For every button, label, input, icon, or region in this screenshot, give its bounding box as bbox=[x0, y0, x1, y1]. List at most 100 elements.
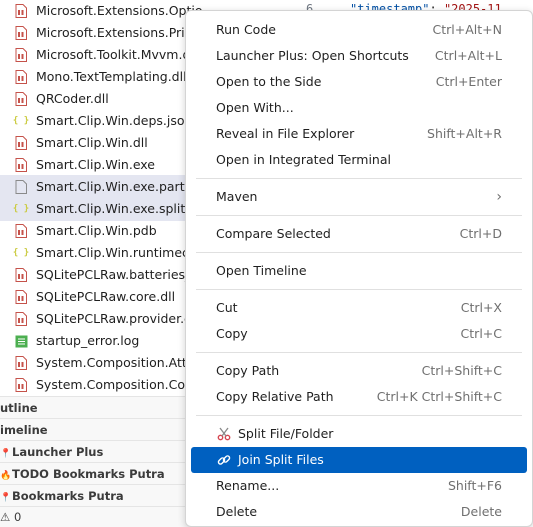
status-bar[interactable]: ⚠ 0 bbox=[0, 506, 200, 527]
menu-item-label-wrap: Reveal in File Explorer bbox=[216, 121, 354, 147]
menu-item-open-with[interactable]: Open With... bbox=[191, 95, 527, 121]
menu-item-shortcut: Delete bbox=[460, 504, 502, 519]
file-name: Smart.Clip.Win.dll bbox=[36, 135, 148, 150]
panel-header-label: utline bbox=[0, 401, 38, 415]
file-name: SQLitePCLRaw.core.dll bbox=[36, 289, 176, 304]
menu-item-shortcut: Ctrl+Alt+L bbox=[434, 48, 502, 63]
panel-header-label: TODO Bookmarks Putra bbox=[12, 467, 165, 481]
menu-item-label: Compare Selected bbox=[216, 226, 331, 241]
menu-item-shortcut: Ctrl+D bbox=[459, 226, 502, 241]
file-name: Smart.Clip.Win.runtimecon bbox=[36, 245, 205, 260]
menu-item-label: Copy Path bbox=[216, 363, 280, 378]
file-name: Smart.Clip.Win.pdb bbox=[36, 223, 157, 238]
menu-item-label: Reveal in File Explorer bbox=[216, 126, 355, 141]
menu-item-label-wrap: Maven bbox=[216, 184, 257, 210]
json-file-icon: { } bbox=[12, 204, 30, 214]
menu-item-label: Open in Integrated Terminal bbox=[216, 152, 391, 167]
file-name: Microsoft.Extensions.Primi bbox=[36, 25, 201, 40]
menu-item-split-file-folder[interactable]: Split File/Folder bbox=[191, 421, 527, 447]
menu-item-launcher-plus-open-shortcuts[interactable]: Launcher Plus: Open Shortcuts Ctrl+Alt+L bbox=[191, 43, 527, 69]
menu-item-open-timeline[interactable]: Open Timeline bbox=[191, 258, 527, 284]
menu-item-label: Copy Relative Path bbox=[216, 389, 334, 404]
menu-item-copy[interactable]: Copy Ctrl+C bbox=[191, 321, 527, 347]
menu-item-label-wrap: Open in Integrated Terminal bbox=[216, 147, 391, 173]
menu-item-maven[interactable]: Maven › bbox=[191, 184, 527, 210]
menu-item-label-wrap: Copy Relative Path bbox=[216, 384, 334, 410]
menu-item-shortcut: Ctrl+K Ctrl+Shift+C bbox=[376, 389, 502, 404]
binary-file-icon bbox=[14, 378, 28, 392]
file-name: Smart.Clip.Win.exe.part00 bbox=[36, 179, 201, 194]
menu-item-label: Cut bbox=[216, 300, 238, 315]
binary-file-icon bbox=[14, 26, 28, 40]
menu-item-label-wrap: Join Split Files bbox=[216, 447, 324, 473]
menu-item-label: Join Split Files bbox=[238, 452, 324, 467]
file-name: SQLitePCLRaw.batteries_v bbox=[36, 267, 199, 282]
menu-item-open-in-integrated-terminal[interactable]: Open in Integrated Terminal bbox=[191, 147, 527, 173]
file-name: startup_error.log bbox=[36, 333, 140, 348]
binary-file-icon bbox=[14, 268, 28, 282]
menu-separator bbox=[196, 215, 522, 216]
panel-header-label: imeline bbox=[0, 423, 48, 437]
file-icon bbox=[14, 180, 28, 194]
menu-item-label-wrap: Cut bbox=[216, 295, 238, 321]
menu-item-label-wrap: Delete bbox=[216, 499, 257, 525]
binary-file-icon bbox=[14, 70, 28, 84]
menu-item-label: Delete bbox=[216, 504, 258, 519]
menu-item-label-wrap: Launcher Plus: Open Shortcuts bbox=[216, 43, 409, 69]
menu-item-shortcut: Shift+F6 bbox=[447, 478, 502, 493]
fire-icon: 🔥 bbox=[0, 471, 12, 481]
menu-item-label-wrap: Rename... bbox=[216, 473, 279, 499]
menu-item-open-to-the-side[interactable]: Open to the Side Ctrl+Enter bbox=[191, 69, 527, 95]
file-name: Smart.Clip.Win.exe.split-in bbox=[36, 201, 202, 216]
pin-icon: 📍 bbox=[0, 493, 12, 503]
binary-file-icon bbox=[14, 92, 28, 106]
file-name: QRCoder.dll bbox=[36, 91, 109, 106]
menu-item-shortcut: Ctrl+Enter bbox=[435, 74, 502, 89]
menu-item-copy-relative-path[interactable]: Copy Relative Path Ctrl+K Ctrl+Shift+C bbox=[191, 384, 527, 410]
menu-separator bbox=[196, 289, 522, 290]
menu-item-join-split-files[interactable]: Join Split Files bbox=[191, 447, 527, 473]
menu-item-label: Rename... bbox=[216, 478, 280, 493]
context-menu: Run Code Ctrl+Alt+N Launcher Plus: Open Sh… bbox=[185, 10, 533, 527]
binary-file-icon bbox=[14, 158, 28, 172]
menu-item-label-wrap: Copy Path bbox=[216, 358, 279, 384]
menu-item-cut[interactable]: Cut Ctrl+X bbox=[191, 295, 527, 321]
link-icon bbox=[216, 452, 232, 468]
menu-separator bbox=[196, 252, 522, 253]
file-name: Microsoft.Extensions.Optio bbox=[36, 3, 203, 18]
file-name: System.Composition.Conv bbox=[36, 377, 201, 392]
menu-item-label-wrap: Open Timeline bbox=[216, 258, 307, 284]
binary-file-icon bbox=[14, 356, 28, 370]
menu-item-label-wrap: Split File/Folder bbox=[216, 421, 333, 447]
menu-separator bbox=[196, 178, 522, 179]
panel-header-label: Launcher Plus bbox=[12, 445, 104, 459]
menu-item-rename[interactable]: Rename... Shift+F6 bbox=[191, 473, 527, 499]
binary-file-icon bbox=[14, 312, 28, 326]
menu-item-label: Split File/Folder bbox=[238, 426, 334, 441]
file-name: Smart.Clip.Win.deps.json bbox=[36, 113, 193, 128]
menu-separator bbox=[196, 415, 522, 416]
file-name: System.Composition.Attrib bbox=[36, 355, 204, 370]
menu-item-label: Run Code bbox=[216, 22, 276, 37]
menu-item-compare-selected[interactable]: Compare Selected Ctrl+D bbox=[191, 221, 527, 247]
menu-item-label: Copy bbox=[216, 326, 248, 341]
menu-item-label-wrap: Open to the Side bbox=[216, 69, 321, 95]
file-name: Smart.Clip.Win.exe bbox=[36, 157, 155, 172]
menu-item-label: Launcher Plus: Open Shortcuts bbox=[216, 48, 409, 63]
menu-item-label: Open to the Side bbox=[216, 74, 322, 89]
json-file-icon: { } bbox=[12, 116, 30, 126]
menu-item-copy-path[interactable]: Copy Path Ctrl+Shift+C bbox=[191, 358, 527, 384]
menu-item-reveal-in-file-explorer[interactable]: Reveal in File Explorer Shift+Alt+R bbox=[191, 121, 527, 147]
pin-icon: 📍 bbox=[0, 449, 12, 459]
panel-header-label: Bookmarks Putra bbox=[12, 489, 124, 503]
file-name: Mono.TextTemplating.dll bbox=[36, 69, 187, 84]
menu-item-label-wrap: Copy bbox=[216, 321, 248, 347]
binary-file-icon bbox=[14, 48, 28, 62]
menu-item-label: Open Timeline bbox=[216, 263, 307, 278]
menu-item-label: Open With... bbox=[216, 100, 294, 115]
warning-icon: ⚠ bbox=[0, 510, 11, 524]
menu-item-delete[interactable]: Delete Delete bbox=[191, 499, 527, 525]
problem-count: 0 bbox=[13, 510, 22, 524]
menu-separator bbox=[196, 352, 522, 353]
menu-item-run-code[interactable]: Run Code Ctrl+Alt+N bbox=[191, 17, 527, 43]
